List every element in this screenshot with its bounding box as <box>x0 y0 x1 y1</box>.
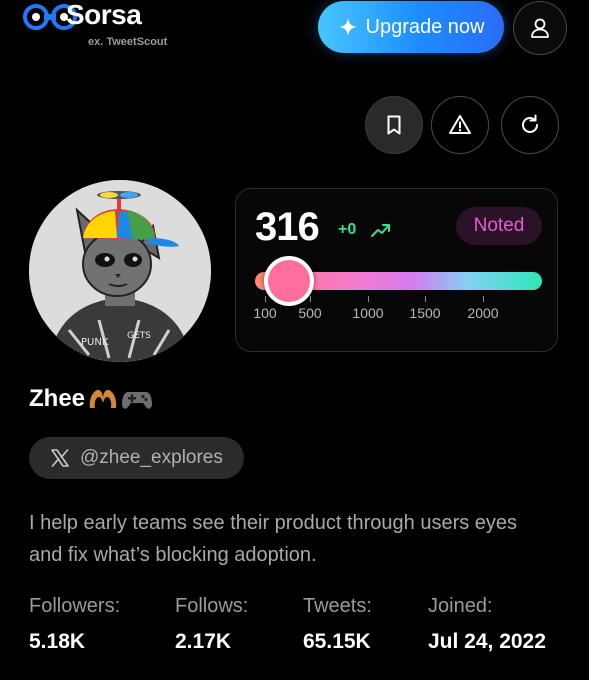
twitter-handle-link[interactable]: @zhee_explores <box>29 437 244 479</box>
stat-label: Tweets: <box>303 595 372 617</box>
scale-tick <box>310 296 311 302</box>
score-slider-thumb[interactable] <box>264 256 315 306</box>
warning-icon <box>449 115 471 134</box>
refresh-icon <box>522 114 538 133</box>
status-badge: Noted <box>456 207 542 245</box>
scale-tick <box>265 296 266 302</box>
profile-page: Sorsa ex. TweetScout Upgrade now PUNK GE… <box>0 0 589 680</box>
score-card: 316 +0 Noted 100 500 1000 1500 2000 <box>235 188 558 352</box>
scale-tick-label: 1000 <box>352 305 384 321</box>
scale-tick-label: 500 <box>298 305 322 321</box>
scale-tick <box>425 296 426 302</box>
stat-followers: Followers: 5.18K <box>29 595 120 654</box>
profile-name-text: Zhee <box>29 385 86 412</box>
app-subtitle: ex. TweetScout <box>88 36 168 48</box>
stat-joined: Joined: Jul 24, 2022 <box>428 595 546 654</box>
x-logo-icon <box>51 449 69 467</box>
sparkle-icon <box>338 18 357 36</box>
trend-up-icon <box>371 224 390 237</box>
svg-text:PUNK: PUNK <box>81 337 109 348</box>
stat-value: 2.17K <box>175 630 232 653</box>
avatar-image: PUNK GETS <box>29 180 211 362</box>
stat-value: Jul 24, 2022 <box>428 630 546 653</box>
stat-label: Followers: <box>29 595 121 617</box>
scale-tick-label: 2000 <box>467 305 499 321</box>
score-delta: +0 <box>338 221 357 238</box>
scale-tick-label: 100 <box>253 305 277 321</box>
upgrade-label: Upgrade now <box>365 15 485 38</box>
avatar: PUNK GETS <box>29 180 211 362</box>
svg-text:GETS: GETS <box>127 331 151 341</box>
stat-value: 5.18K <box>29 630 86 653</box>
upgrade-button[interactable]: Upgrade now <box>318 1 504 53</box>
account-button[interactable] <box>513 1 567 55</box>
stat-label: Follows: <box>175 595 249 617</box>
scale-tick-label: 1500 <box>409 305 441 321</box>
refresh-button[interactable] <box>501 96 559 154</box>
stat-follows: Follows: 2.17K <box>175 595 248 654</box>
twitter-handle: @zhee_explores <box>80 447 223 468</box>
score-value: 316 <box>255 205 320 249</box>
report-button[interactable] <box>431 96 489 154</box>
bookmark-button[interactable] <box>365 96 423 154</box>
user-icon <box>531 18 549 38</box>
heart-hands-emoji <box>89 389 117 408</box>
profile-bio: I help early teams see their product thr… <box>29 512 518 566</box>
scale-tick <box>483 296 484 302</box>
stat-tweets: Tweets: 65.15K <box>303 595 372 654</box>
profile-name: Zhee <box>29 385 153 413</box>
bookmark-icon <box>387 115 401 135</box>
game-controller-emoji <box>122 392 153 409</box>
stat-label: Joined: <box>428 595 493 617</box>
stat-value: 65.15K <box>303 630 371 653</box>
app-name: Sorsa <box>66 0 142 30</box>
scale-tick <box>368 296 369 302</box>
